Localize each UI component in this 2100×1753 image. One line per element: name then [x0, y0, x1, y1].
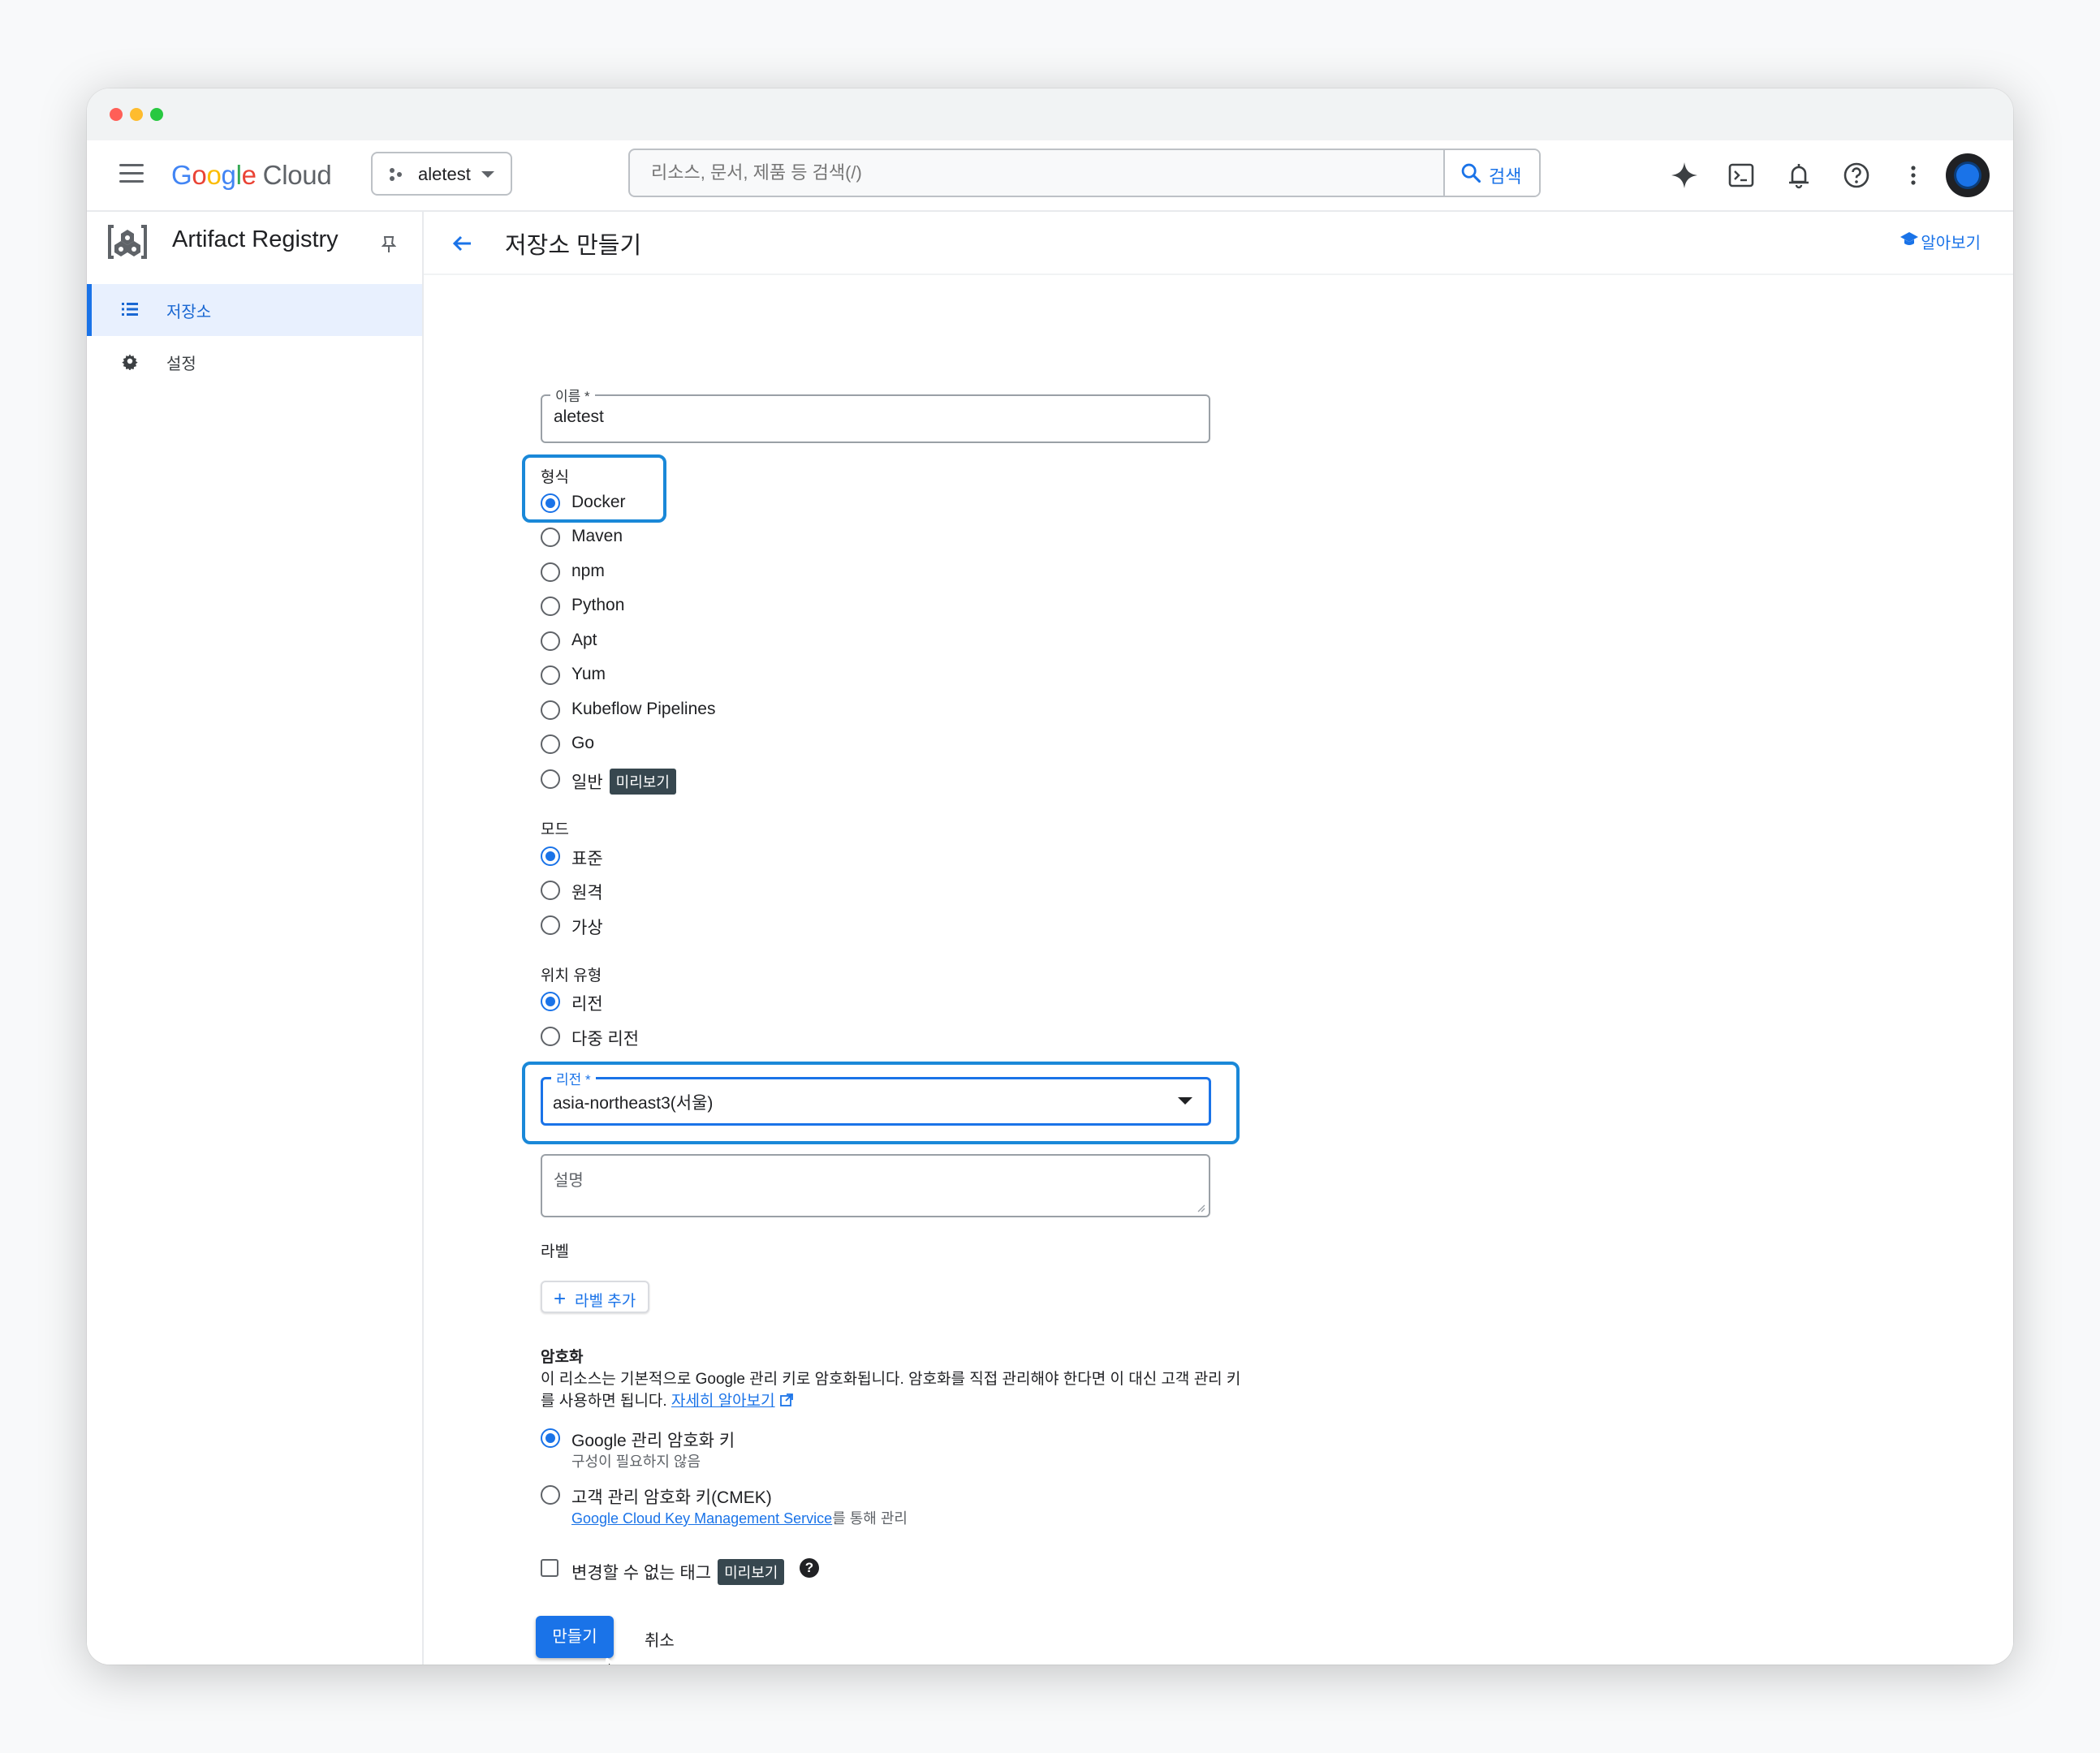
page-header: 저장소 만들기 알아보기 [424, 212, 2013, 275]
plus-icon: + [554, 1286, 567, 1311]
project-picker[interactable]: aletest [371, 152, 512, 196]
notifications-bell-icon[interactable] [1783, 159, 1815, 192]
back-arrow-icon[interactable] [448, 230, 476, 257]
school-icon [1900, 232, 1919, 245]
pin-icon[interactable] [382, 235, 396, 254]
search-input[interactable] [630, 150, 1463, 196]
mode-label: 모드 [541, 821, 569, 838]
kms-link[interactable]: Google Cloud Key Management Service [571, 1510, 832, 1527]
sidebar-item-repositories[interactable]: 저장소 [87, 284, 422, 336]
account-avatar[interactable] [1946, 153, 1990, 197]
search-icon [1461, 163, 1481, 183]
artifact-registry-icon [108, 225, 147, 259]
format-label: 형식 [541, 469, 569, 486]
sidebar: Artifact Registry 저장소 설정 [87, 212, 424, 1665]
project-name: aletest [418, 164, 471, 184]
description-textarea[interactable]: 설명 [541, 1154, 1210, 1217]
top-app-bar: GoogleCloud aletest 검색 [87, 140, 2013, 212]
preview-badge: 미리보기 [718, 1559, 785, 1585]
close-window-button[interactable] [110, 108, 123, 121]
encryption-label: 암호화 [541, 1349, 584, 1366]
region-select[interactable]: 리전 * asia-northeast3(서울) [541, 1068, 1211, 1126]
external-link-icon[interactable] [779, 1393, 794, 1407]
resize-grip-icon[interactable] [1196, 1203, 1205, 1212]
main-content: 저장소 만들기 알아보기 이름 * aletest 형식 Docker Mave… [424, 212, 2013, 1665]
cancel-button[interactable]: 취소 [645, 1627, 675, 1651]
menu-icon[interactable] [119, 164, 144, 183]
sidebar-item-settings[interactable]: 설정 [87, 336, 422, 388]
add-label-button[interactable]: + 라벨 추가 [541, 1281, 649, 1313]
more-vert-icon[interactable] [1897, 159, 1930, 192]
name-field[interactable]: 이름 * aletest [541, 385, 1210, 443]
product-name: Artifact Registry [172, 226, 339, 252]
labels-label: 라벨 [541, 1243, 569, 1260]
window-titlebar [87, 88, 2013, 140]
mouse-pointer-icon [606, 1658, 615, 1665]
help-circle-icon[interactable]: ? [800, 1558, 819, 1578]
learn-more-link[interactable]: 자세히 알아보기 [671, 1393, 775, 1410]
gemini-sparkle-icon[interactable] [1668, 159, 1701, 192]
dropdown-arrow-icon [1178, 1097, 1192, 1105]
minimize-window-button[interactable] [130, 108, 143, 121]
create-button[interactable]: 만들기 [536, 1616, 614, 1658]
location-type-label: 위치 유형 [541, 967, 602, 984]
maximize-window-button[interactable] [150, 108, 163, 121]
project-dots-icon [390, 168, 402, 181]
learn-link[interactable]: 알아보기 [1900, 230, 1981, 253]
page-title: 저장소 만들기 [505, 233, 642, 259]
search-button[interactable]: 검색 [1443, 150, 1539, 196]
preview-badge: 미리보기 [609, 769, 676, 795]
browser-window: GoogleCloud aletest 검색 [87, 88, 2013, 1665]
gear-icon [122, 354, 138, 370]
search-bar: 검색 [628, 149, 1541, 197]
google-cloud-logo[interactable]: Google Cloud [171, 155, 332, 196]
list-icon [122, 303, 138, 316]
cloud-shell-terminal-icon[interactable] [1725, 159, 1757, 192]
encryption-description: 이 리소스는 기본적으로 Google 관리 키로 암호화됩니다. 암호화를 직… [541, 1371, 1241, 1410]
chevron-down-icon [481, 171, 494, 178]
help-icon[interactable] [1840, 159, 1873, 192]
